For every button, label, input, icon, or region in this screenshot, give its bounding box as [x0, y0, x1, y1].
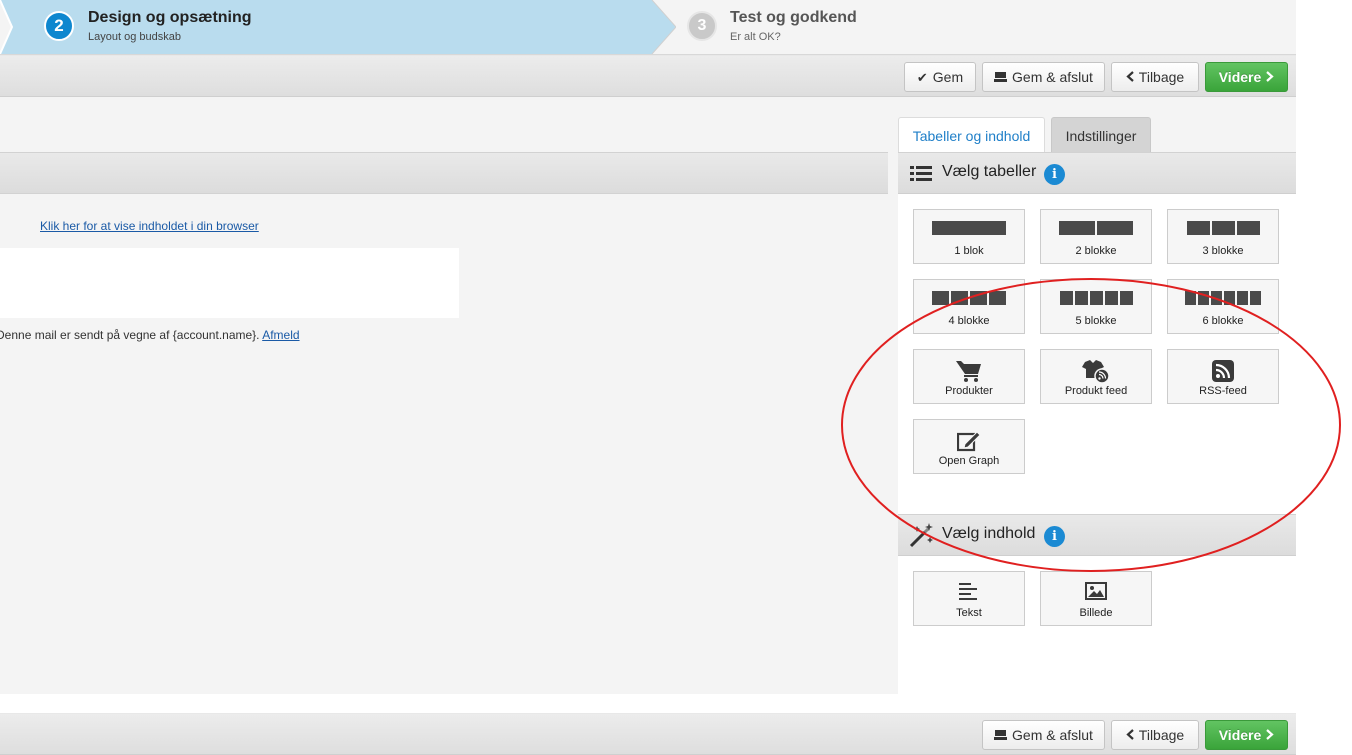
rss-icon [1168, 360, 1278, 382]
tile-open-graph[interactable]: Open Graph [913, 419, 1025, 474]
step-3-number[interactable]: 3 [687, 11, 717, 41]
tile-6-blocks[interactable]: 6 blokke [1167, 279, 1279, 334]
step-3-subtitle: Er alt OK? [730, 31, 781, 43]
next-button-label: Videre [1218, 69, 1262, 85]
wizard-steps: 2 Design og opsætning Layout og budskab … [0, 0, 1296, 55]
six-blocks-icon [1168, 291, 1278, 305]
save-close-button-label: Gem & afslut [1012, 69, 1093, 85]
tables-section-title: Vælg tabeller [942, 163, 1037, 180]
magic-wand-icon [908, 523, 934, 554]
tile-image[interactable]: Billede [1040, 571, 1152, 626]
chevron-right-icon [1266, 728, 1274, 742]
chevron-right-icon [1266, 70, 1274, 84]
back-button-label: Tilbage [1138, 727, 1185, 743]
save-button-label: Gem [932, 69, 964, 85]
tab-tables-content[interactable]: Tabeller og indhold [898, 117, 1045, 153]
info-icon[interactable]: i [1044, 164, 1065, 185]
one-block-icon [914, 221, 1024, 235]
tile-4-blocks[interactable]: 4 blokke [913, 279, 1025, 334]
content-section-title: Vælg indhold [942, 525, 1036, 542]
tile-label: Produkt feed [1064, 385, 1128, 397]
tile-label: Produkter [945, 385, 993, 397]
tile-1-block[interactable]: 1 blok [913, 209, 1025, 264]
back-button-label: Tilbage [1138, 69, 1185, 85]
four-blocks-icon [914, 291, 1024, 305]
content-section-header: Vælg indhold i [898, 514, 1296, 556]
top-toolbar: ✔ Gem Gem & afslut Tilbage Videre [0, 55, 1296, 97]
inbox-icon [994, 729, 1008, 742]
tile-label: 4 blokke [948, 315, 990, 327]
tile-label: 1 blok [954, 245, 984, 257]
tshirt-rss-icon [1041, 360, 1151, 384]
edit-icon [914, 430, 1024, 452]
image-icon [1041, 582, 1151, 600]
info-icon[interactable]: i [1044, 526, 1065, 547]
five-blocks-icon [1041, 291, 1151, 305]
back-button[interactable]: Tilbage [1111, 720, 1199, 750]
email-content-block[interactable] [0, 248, 459, 318]
save-close-button[interactable]: Gem & afslut [982, 62, 1105, 92]
chevron-left-icon [1126, 70, 1134, 84]
tab-settings[interactable]: Indstillinger [1051, 117, 1151, 153]
tile-label: Billede [1079, 607, 1113, 619]
footer-text: Denne mail er sendt på vegne af {account… [0, 328, 260, 342]
tile-label: Tekst [956, 607, 982, 619]
chevron-left-icon [1126, 728, 1134, 742]
tile-text[interactable]: Tekst [913, 571, 1025, 626]
tile-label: 3 blokke [1202, 245, 1244, 257]
tile-label: 5 blokke [1075, 315, 1117, 327]
bottom-toolbar: Gem & afslut Tilbage Videre [0, 713, 1296, 755]
email-footer: Denne mail er sendt på vegne af {account… [0, 328, 300, 342]
unsubscribe-link[interactable]: Afmeld [262, 328, 299, 342]
back-button[interactable]: Tilbage [1111, 62, 1199, 92]
three-blocks-icon [1168, 221, 1278, 235]
tile-label: 2 blokke [1075, 245, 1117, 257]
tile-product-feed[interactable]: Produkt feed [1040, 349, 1152, 404]
save-close-button-label: Gem & afslut [1012, 727, 1093, 743]
tile-2-blocks[interactable]: 2 blokke [1040, 209, 1152, 264]
step-2-subtitle: Layout og budskab [88, 31, 181, 43]
view-in-browser-link[interactable]: Klik her for at vise indholdet i din bro… [40, 219, 259, 233]
step-2-title: Design og opsætning [88, 9, 252, 26]
tile-label: Open Graph [938, 455, 1000, 467]
editor-header-bar [0, 152, 888, 194]
list-icon [910, 166, 932, 187]
tile-label: 6 blokke [1202, 315, 1244, 327]
tile-products[interactable]: Produkter [913, 349, 1025, 404]
save-button[interactable]: ✔ Gem [904, 62, 976, 92]
tile-rss-feed[interactable]: RSS-feed [1167, 349, 1279, 404]
step-3-title[interactable]: Test og godkend [730, 9, 857, 27]
tile-3-blocks[interactable]: 3 blokke [1167, 209, 1279, 264]
tile-label: RSS-feed [1199, 385, 1247, 397]
next-button[interactable]: Videre [1205, 720, 1288, 750]
step-2-number: 2 [44, 11, 74, 41]
save-close-button[interactable]: Gem & afslut [982, 720, 1105, 750]
inbox-icon [994, 71, 1008, 84]
next-button-label: Videre [1218, 727, 1262, 743]
tile-5-blocks[interactable]: 5 blokke [1040, 279, 1152, 334]
text-lines-icon [914, 582, 1024, 600]
checkmark-icon: ✔ [916, 69, 928, 85]
two-blocks-icon [1041, 221, 1151, 235]
app-root: 2 Design og opsætning Layout og budskab … [0, 0, 1352, 755]
next-button[interactable]: Videre [1205, 62, 1288, 92]
tables-section-header: Vælg tabeller i [898, 152, 1296, 194]
cart-icon [914, 360, 1024, 382]
